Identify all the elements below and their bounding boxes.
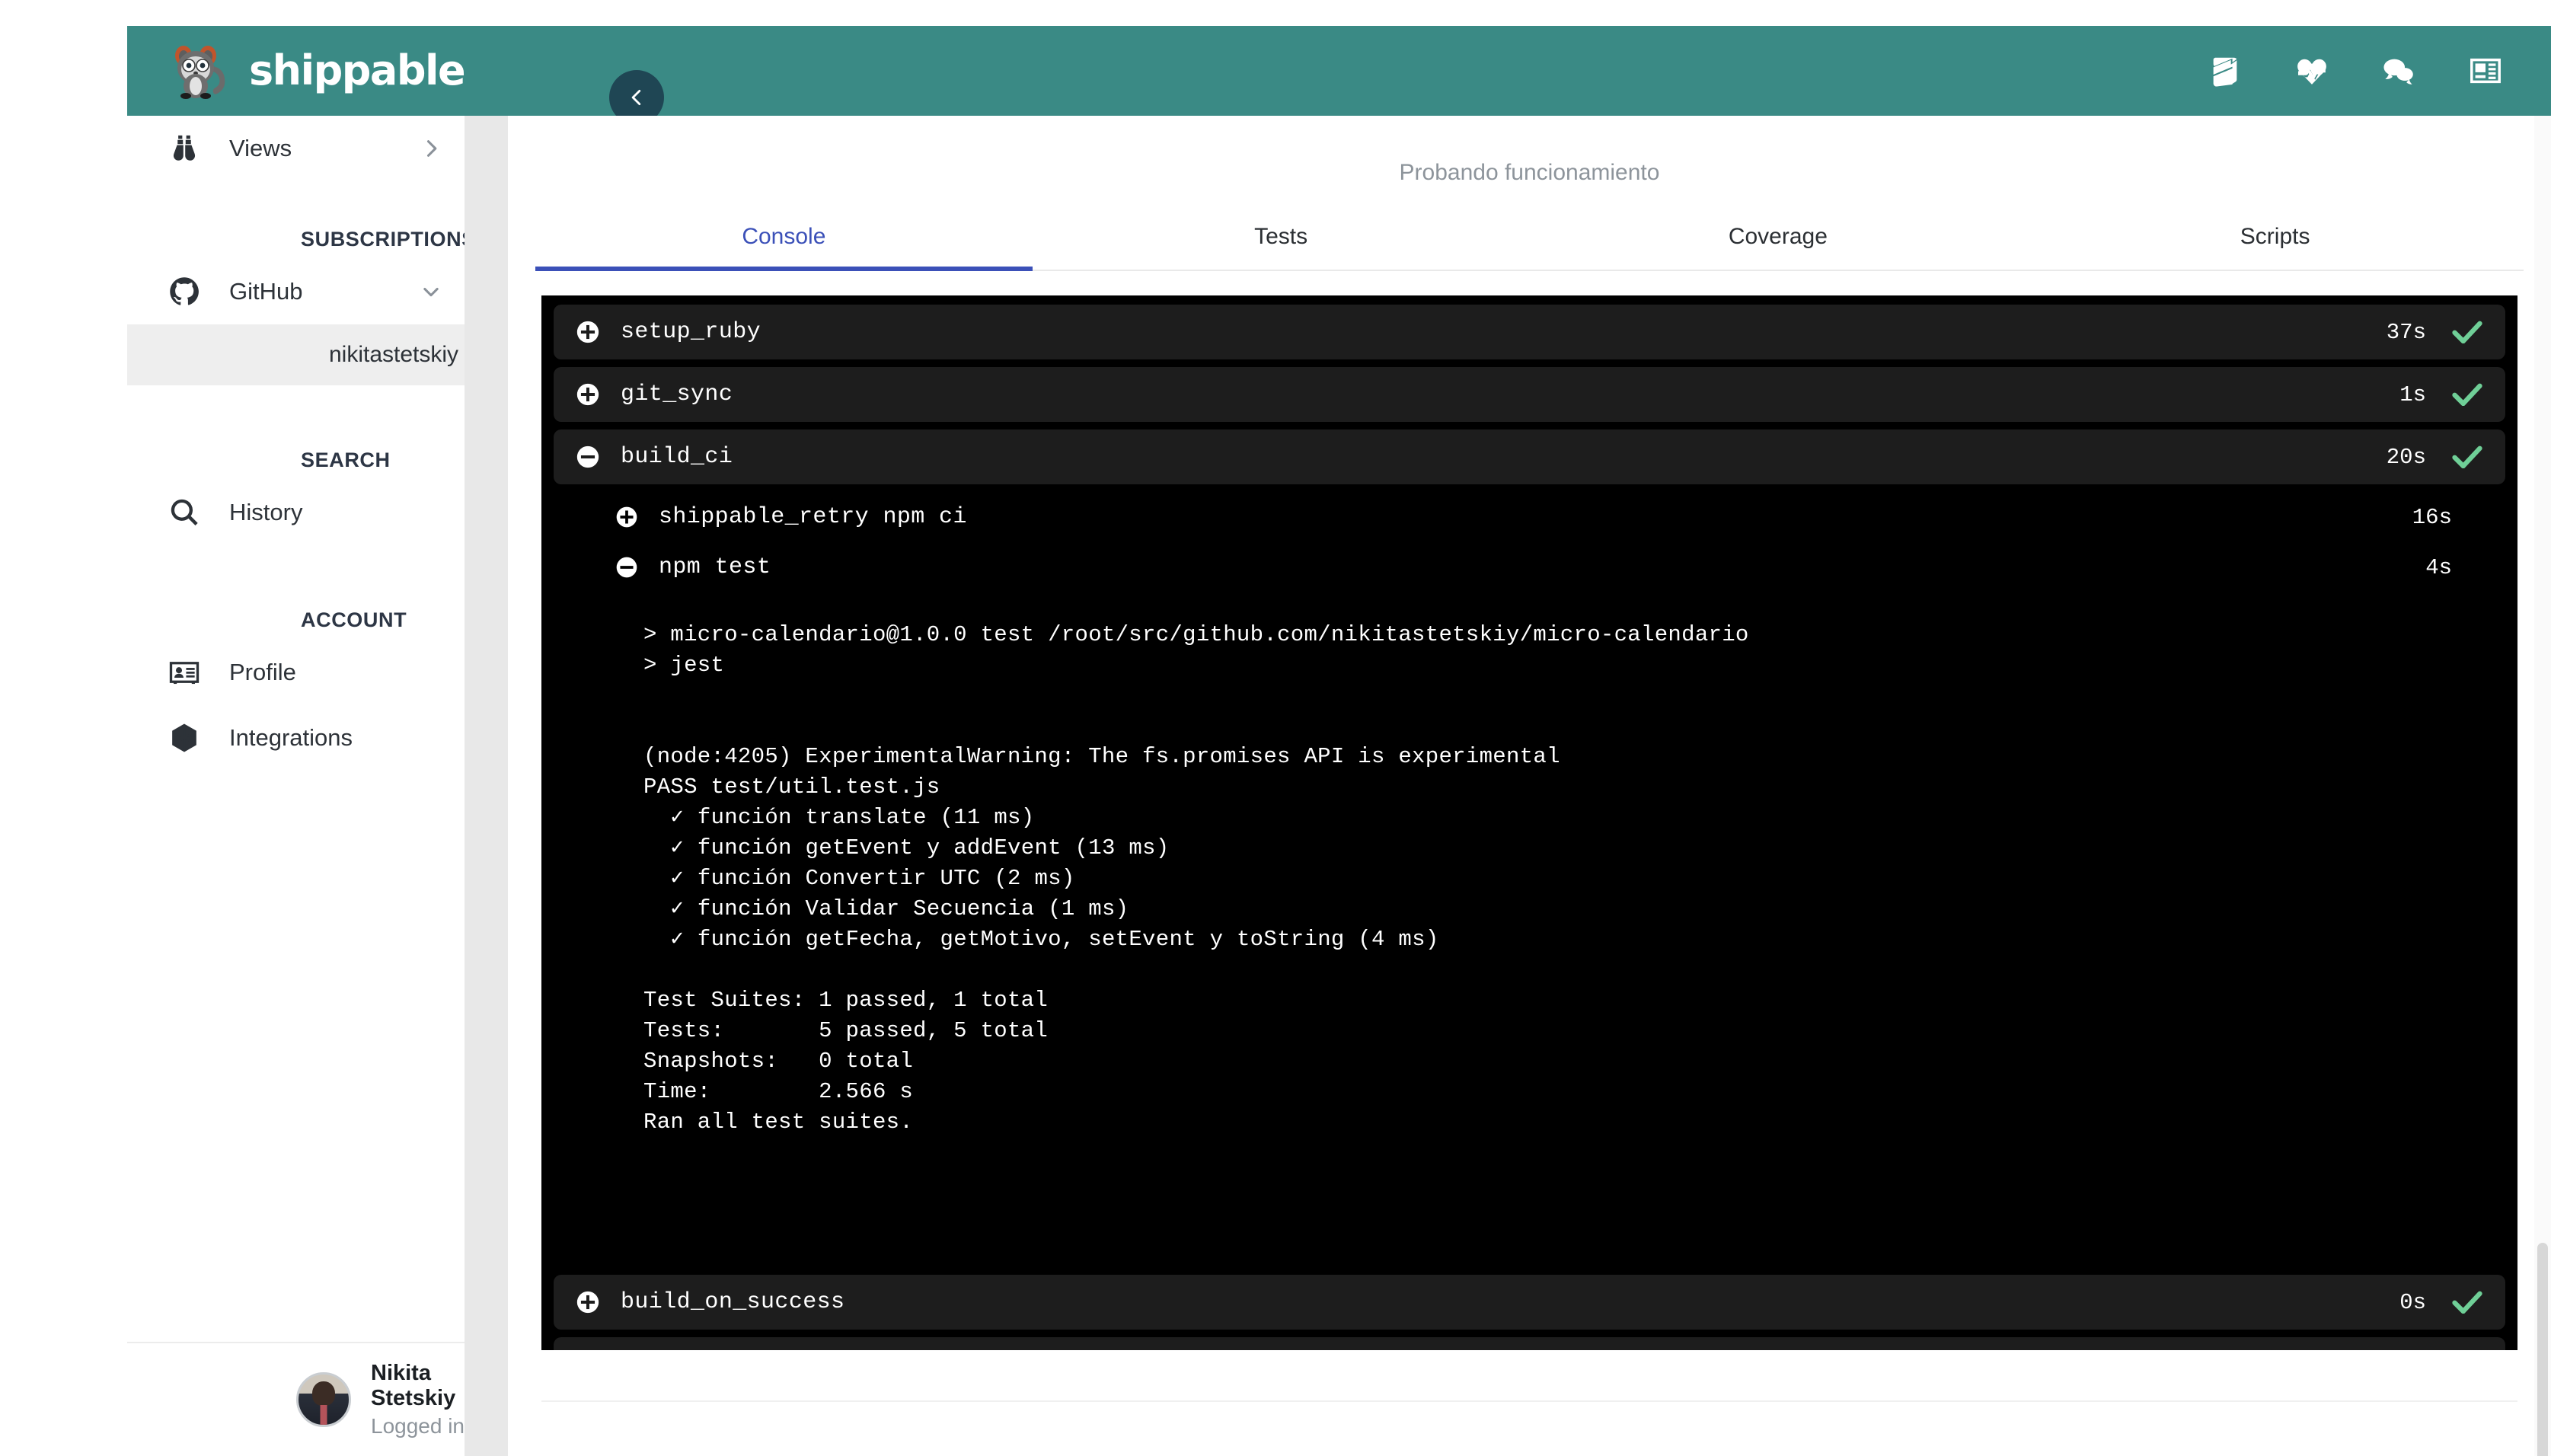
status-heartbeat-icon[interactable] bbox=[2294, 53, 2330, 89]
user-status: Logged in bbox=[371, 1414, 465, 1438]
tab-tests[interactable]: Tests bbox=[1033, 224, 1530, 270]
console-step-setup-ruby[interactable]: setup_ruby 37s bbox=[554, 305, 2505, 359]
sidebar: Views SUBSCRIPTIONS GitHub nikitastetski… bbox=[127, 116, 476, 1456]
top-bar-actions bbox=[2207, 26, 2504, 116]
sidebar-item-integrations[interactable]: Integrations bbox=[127, 705, 465, 771]
plus-circle-icon[interactable] bbox=[575, 1289, 601, 1315]
console-step-duration: 0s bbox=[2399, 1289, 2426, 1315]
main-content: Probando funcionamiento Console Tests Co… bbox=[508, 116, 2551, 1456]
sidebar-item-label: History bbox=[229, 499, 303, 525]
console-step-duration: 37s bbox=[2386, 319, 2426, 345]
console-step-build-always[interactable]: build_always bbox=[554, 1337, 2505, 1350]
console-log-output: > micro-calendario@1.0.0 test /root/src/… bbox=[554, 592, 2505, 1138]
console-panel: setup_ruby 37s git_sync 1s build_ci 20s … bbox=[541, 295, 2517, 1350]
sidebar-section-subscriptions: SUBSCRIPTIONS bbox=[301, 228, 476, 251]
sidebar-gutter bbox=[465, 116, 508, 1456]
sidebar-item-label: Views bbox=[229, 135, 292, 161]
support-chat-icon[interactable] bbox=[2380, 53, 2417, 89]
sidebar-item-history[interactable]: History bbox=[127, 480, 465, 545]
sidebar-item-label: GitHub bbox=[229, 278, 303, 305]
chevron-left-icon bbox=[631, 89, 641, 106]
plus-circle-icon[interactable] bbox=[615, 505, 639, 529]
network-hexagon-icon bbox=[168, 722, 208, 754]
status-check-icon bbox=[2449, 445, 2486, 468]
docs-book-icon[interactable] bbox=[2207, 53, 2243, 89]
top-bar: shippable bbox=[127, 26, 2551, 125]
minus-circle-icon[interactable] bbox=[575, 444, 601, 470]
binoculars-icon bbox=[168, 133, 208, 164]
tab-console[interactable]: Console bbox=[535, 224, 1033, 271]
avatar bbox=[296, 1372, 351, 1427]
lemur-mascot-icon bbox=[175, 46, 225, 99]
user-name: Nikita Stetskiy bbox=[371, 1361, 456, 1410]
page-scrollbar[interactable] bbox=[2534, 116, 2551, 1456]
user-account-footer[interactable]: Nikita Stetskiy Logged in bbox=[127, 1342, 465, 1456]
console-step-git-sync[interactable]: git_sync 1s bbox=[554, 367, 2505, 422]
page-title: Probando funcionamiento bbox=[1399, 160, 1660, 185]
brand-logo[interactable]: shippable bbox=[168, 40, 466, 101]
sidebar-item-github[interactable]: GitHub bbox=[127, 259, 465, 324]
console-step-name: git_sync bbox=[621, 382, 733, 407]
tab-scripts[interactable]: Scripts bbox=[2026, 224, 2524, 270]
github-icon bbox=[168, 276, 208, 308]
id-card-icon bbox=[168, 656, 208, 688]
sidebar-section-account: ACCOUNT bbox=[301, 608, 407, 631]
status-check-icon bbox=[2449, 1291, 2486, 1314]
minus-circle-icon[interactable] bbox=[615, 555, 639, 580]
tab-coverage[interactable]: Coverage bbox=[1530, 224, 2027, 270]
scrollbar-thumb[interactable] bbox=[2537, 1243, 2548, 1456]
brand-name: shippable bbox=[249, 46, 466, 94]
content-divider bbox=[541, 1400, 2517, 1402]
console-substep-name: shippable_retry npm ci bbox=[659, 504, 967, 530]
status-check-icon bbox=[2449, 321, 2486, 343]
app-window: shippable Views SUBSCRIPTIONS GitHub nik… bbox=[127, 26, 2551, 1456]
console-substep-duration: 16s bbox=[2412, 504, 2452, 530]
tab-bar: Console Tests Coverage Scripts bbox=[535, 224, 2524, 271]
sidebar-item-label: Profile bbox=[229, 659, 296, 685]
status-check-icon bbox=[2449, 383, 2486, 406]
console-step-duration: 20s bbox=[2386, 444, 2426, 470]
console-step-duration: 1s bbox=[2399, 382, 2426, 407]
console-step-name: setup_ruby bbox=[621, 319, 761, 345]
console-substep-shippable-retry[interactable]: shippable_retry npm ci 16s bbox=[554, 492, 2505, 542]
console-substep-duration: 4s bbox=[2425, 554, 2452, 580]
console-substep-npm-test[interactable]: npm test 4s bbox=[554, 542, 2505, 592]
sidebar-subitem-nikitastetskiy[interactable]: nikitastetskiy bbox=[127, 324, 465, 385]
console-step-name: build_ci bbox=[621, 444, 733, 470]
console-substep-name: npm test bbox=[659, 554, 771, 580]
console-step-name: build_on_success bbox=[621, 1289, 845, 1315]
sidebar-item-profile[interactable]: Profile bbox=[127, 640, 465, 705]
console-log-padding bbox=[554, 1138, 2505, 1275]
sidebar-item-views[interactable]: Views bbox=[127, 116, 465, 181]
sidebar-item-label: Integrations bbox=[229, 724, 353, 751]
plus-circle-icon[interactable] bbox=[575, 382, 601, 407]
sidebar-section-search: SEARCH bbox=[301, 449, 391, 471]
chevron-right-icon bbox=[420, 138, 442, 159]
search-icon bbox=[168, 497, 208, 528]
console-step-build-ci[interactable]: build_ci 20s bbox=[554, 429, 2505, 484]
console-step-build-on-success[interactable]: build_on_success 0s bbox=[554, 1275, 2505, 1330]
news-icon[interactable] bbox=[2467, 53, 2504, 89]
plus-circle-icon[interactable] bbox=[575, 319, 601, 345]
chevron-down-icon bbox=[420, 281, 442, 302]
